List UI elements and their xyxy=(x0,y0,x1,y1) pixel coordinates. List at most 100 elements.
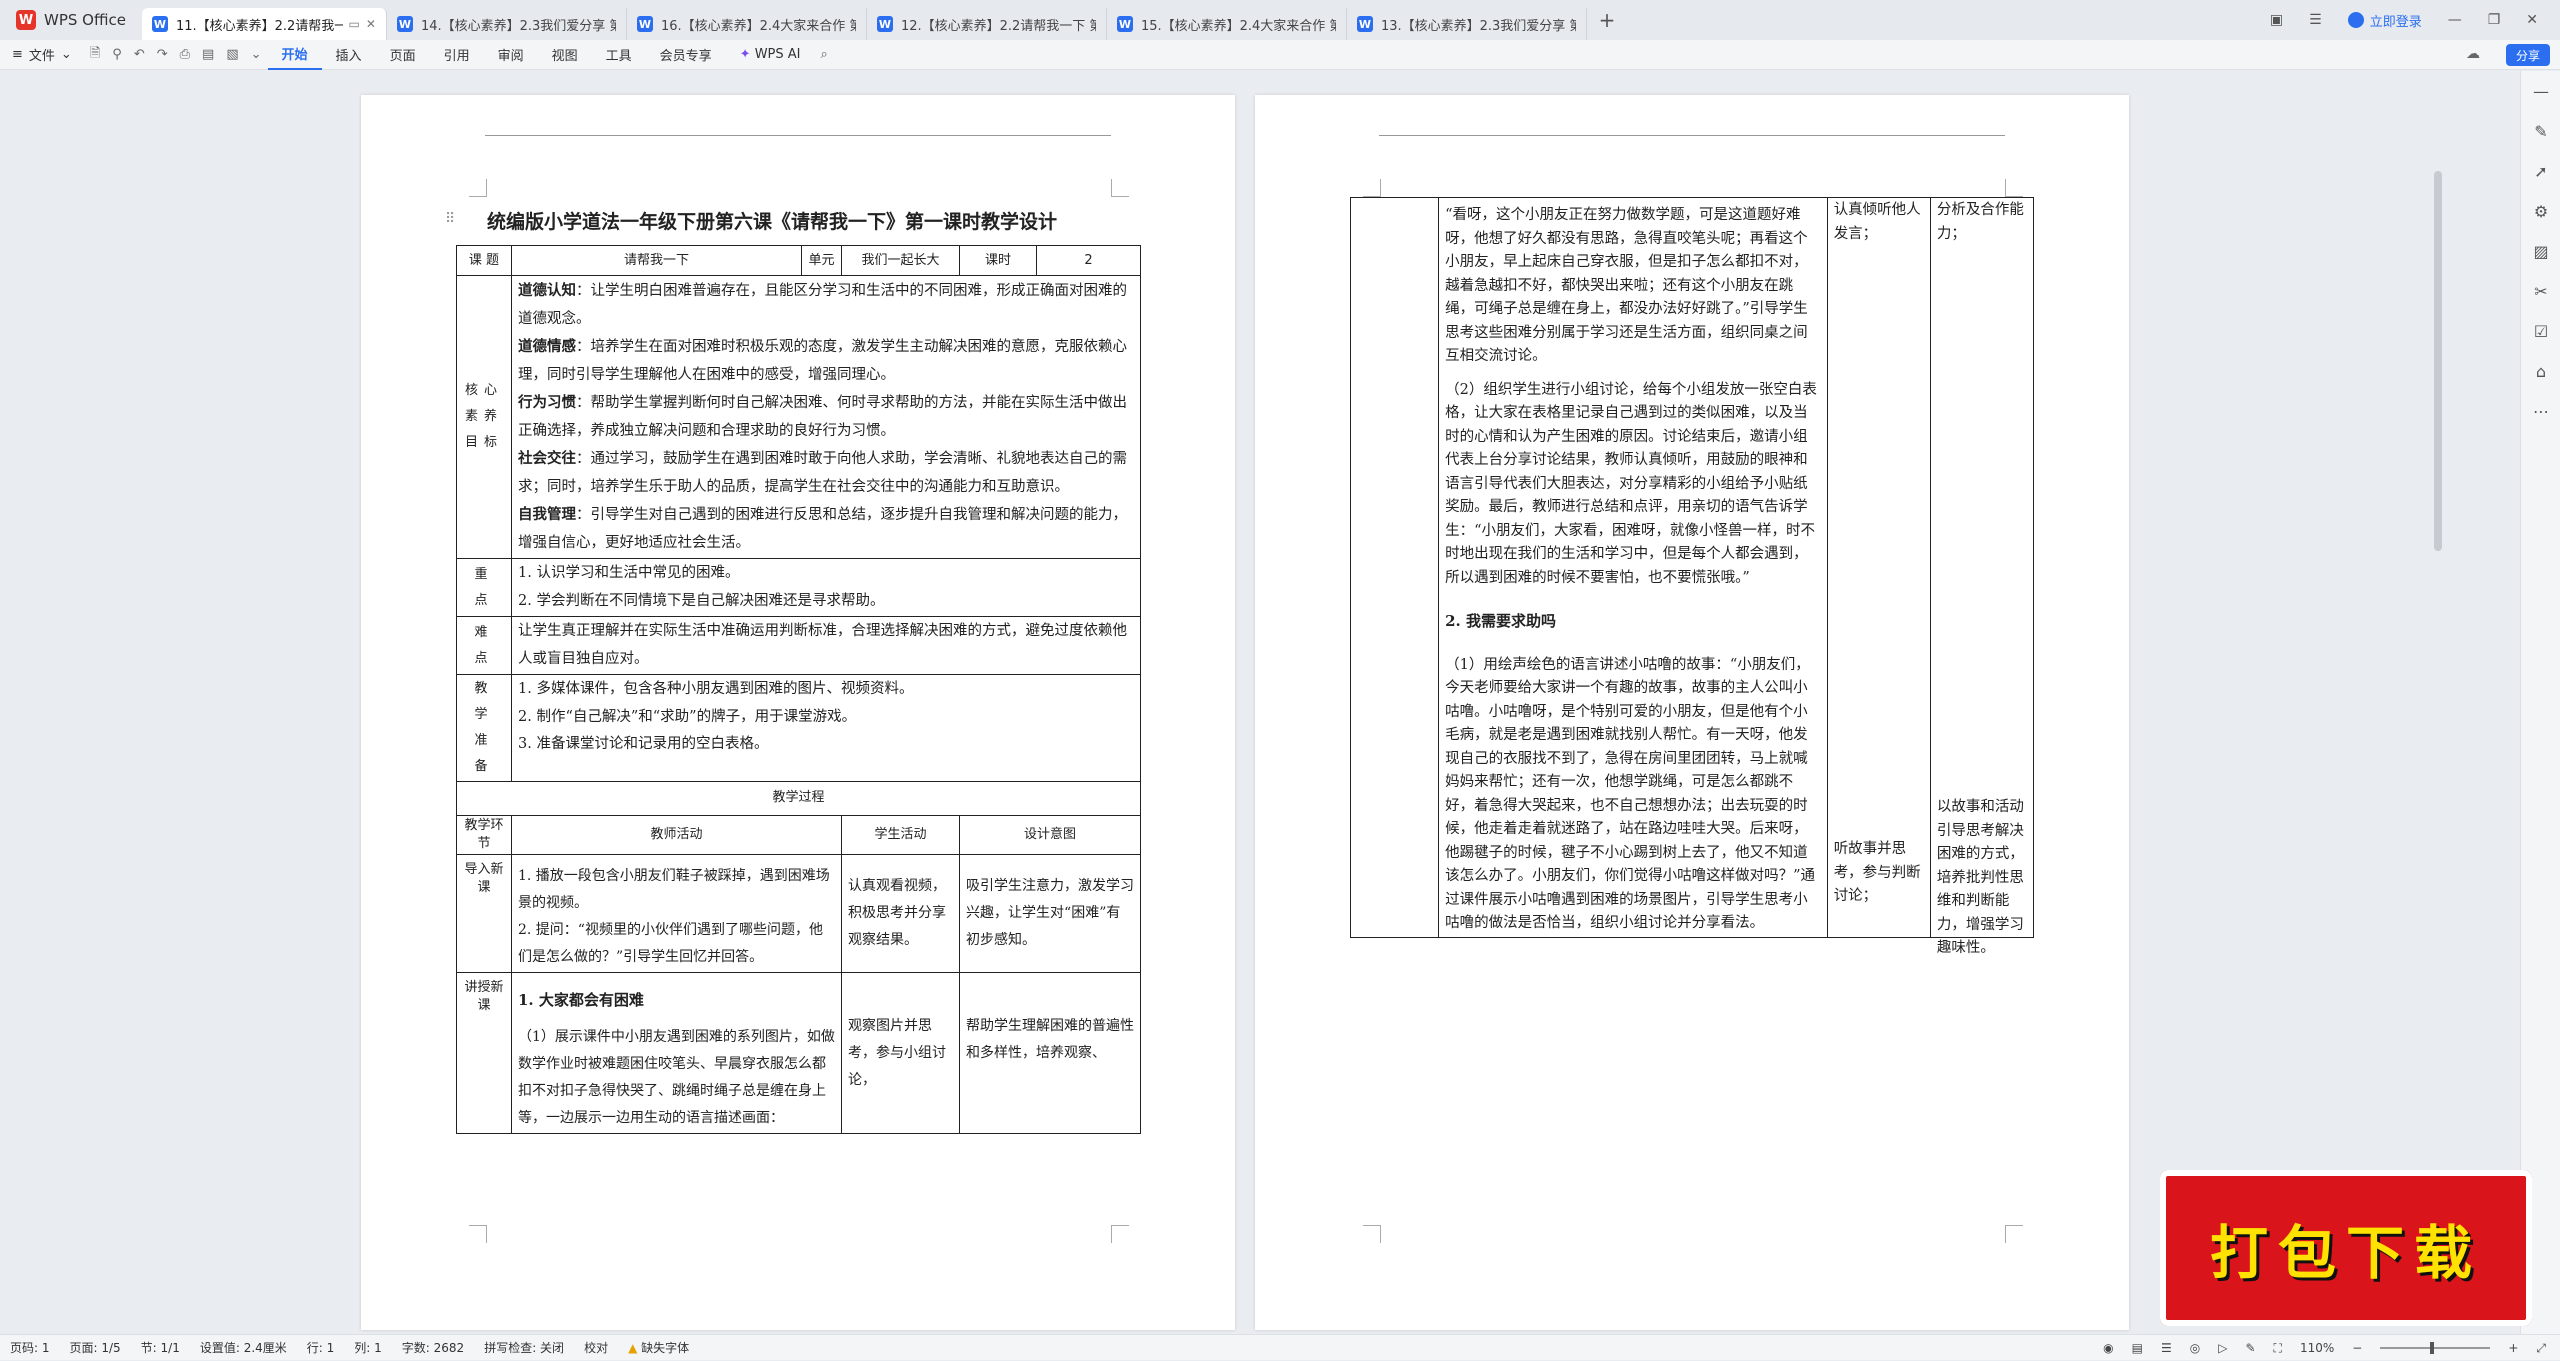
bookmark-icon[interactable]: ⌂ xyxy=(2521,351,2560,391)
restore-icon[interactable]: ❐ xyxy=(2488,12,2501,28)
cloud-sync-icon[interactable]: ☁ xyxy=(2466,46,2480,62)
status-missing-font[interactable]: ▲ 缺失字体 xyxy=(618,1339,699,1356)
download-banner-text: 打包下载 xyxy=(2210,1206,2482,1290)
word-doc-icon: W xyxy=(877,16,893,32)
status-col[interactable]: 列: 1 xyxy=(344,1339,392,1356)
menu-references[interactable]: 引用 xyxy=(430,40,484,70)
play-icon[interactable]: ▷ xyxy=(2218,1341,2227,1355)
find-icon[interactable]: ⚲ xyxy=(106,40,128,70)
share-button[interactable]: 分享 xyxy=(2506,44,2550,66)
select-cursor-icon[interactable]: ➚ xyxy=(2521,151,2560,191)
page-view-icon[interactable]: ▤ xyxy=(2132,1341,2143,1355)
image-icon[interactable]: ▧ xyxy=(220,40,244,70)
fullscreen-icon[interactable]: ⤢ xyxy=(2536,1341,2546,1356)
outline-view-icon[interactable]: ☰ xyxy=(2161,1341,2172,1355)
adjust-icon[interactable]: ⚙ xyxy=(2521,191,2560,231)
menu-view[interactable]: 视图 xyxy=(538,40,592,70)
print-icon[interactable]: ⎙ xyxy=(174,40,196,70)
menu-page[interactable]: 页面 xyxy=(376,40,430,70)
status-page[interactable]: 页码: 1 xyxy=(0,1339,60,1356)
drag-handle-icon[interactable]: ⠿ xyxy=(445,211,455,227)
intent-cell[interactable]: 帮助学生理解困难的普遍性和多样性，培养观察、 xyxy=(960,973,1141,1134)
undo-icon[interactable]: ↶ xyxy=(128,40,151,70)
tab-monitor-icon[interactable]: ▭ xyxy=(349,17,360,31)
document-page-1[interactable]: ⠿ 统编版小学道法一年级下册第六课《请帮我一下》第一课时教学设计 课 题 请帮我… xyxy=(361,95,1235,1330)
eye-protection-icon[interactable]: ◉ xyxy=(2103,1341,2113,1355)
image-tool-icon[interactable]: ▨ xyxy=(2521,231,2560,271)
more-icon[interactable]: ⋯ xyxy=(2521,391,2560,431)
student-cell[interactable]: 认真观看视频，积极思考并分享观察结果。 xyxy=(842,855,960,973)
document-workspace[interactable]: ⠿ 统编版小学道法一年级下册第六课《请帮我一下》第一课时教学设计 课 题 请帮我… xyxy=(0,71,2484,1335)
status-pages[interactable]: 页面: 1/5 xyxy=(60,1339,131,1356)
menu-icon[interactable]: ☰ xyxy=(2309,12,2322,28)
status-word-count[interactable]: 字数: 2682 xyxy=(392,1339,474,1356)
key-points-cell[interactable]: 1. 认识学习和生活中常见的困难。 2. 学会判断在不同情境下是自己解决困难还是… xyxy=(512,559,1141,617)
close-window-icon[interactable]: ✕ xyxy=(2526,12,2538,28)
export-pdf-icon[interactable]: ▤ xyxy=(196,40,220,70)
menu-home[interactable]: 开始 xyxy=(268,40,322,70)
unit-value[interactable]: 我们一起长大 xyxy=(842,246,960,276)
col-intent-header: 设计意图 xyxy=(960,816,1141,855)
menu-membership[interactable]: 会员专享 xyxy=(646,40,726,70)
period-value[interactable]: 2 xyxy=(1037,246,1141,276)
status-row[interactable]: 行: 1 xyxy=(297,1339,345,1356)
edit-pen-icon[interactable]: ✎ xyxy=(2521,111,2560,151)
zoom-slider-handle[interactable] xyxy=(2430,1342,2434,1354)
menu-review[interactable]: 审阅 xyxy=(484,40,538,70)
document-tab[interactable]: W 16.【核心素养】2.4大家来合作 第2课 xyxy=(627,8,867,40)
intent-cell[interactable]: 分析及合作能力； 以故事和活动引导思考解决困难的方式，培养批判性思维和判断能力，… xyxy=(1930,198,2033,938)
status-proofread[interactable]: 校对 xyxy=(574,1339,618,1356)
lesson-plan-table-continued[interactable]: “看呀，这个小朋友正在努力做数学题，可是这道题好难呀，他想了好久都没有思路，急得… xyxy=(1350,197,2034,938)
review-icon[interactable]: ☑ xyxy=(2521,311,2560,351)
save-icon[interactable]: 🗎 xyxy=(84,40,106,70)
teacher-cell[interactable]: 1. 大家都会有困难 （1）展示课件中小朋友遇到困难的系列图片，如做数学作业时被… xyxy=(512,973,842,1134)
document-tab[interactable]: W 13.【核心素养】2.3我们爱分享 第1课 xyxy=(1347,8,1587,40)
status-spell-check[interactable]: 拼写检查: 关闭 xyxy=(474,1339,574,1356)
download-banner[interactable]: 打包下载 xyxy=(2160,1170,2532,1326)
goals-cell[interactable]: 道德认知：让学生明白困难普遍存在，且能区分学习和生活中的不同困难，形成正确面对困… xyxy=(512,276,1141,559)
vertical-scrollbar[interactable] xyxy=(2434,171,2442,551)
web-view-icon[interactable]: ◎ xyxy=(2190,1341,2200,1355)
student-text: 认真倾听他人发言； xyxy=(1834,199,1924,246)
student-cell[interactable]: 认真倾听他人发言； 听故事并思考，参与判断讨论； xyxy=(1827,198,1930,938)
difficulty-cell[interactable]: 让学生真正理解并在实际生活中准确运用判断标准，合理选择解决困难的方式，避免过度依… xyxy=(512,617,1141,675)
wps-ai-button[interactable]: ✦ WPS AI xyxy=(726,40,815,70)
intent-cell[interactable]: 吸引学生注意力，激发学习兴趣，让学生对“困难”有初步感知。 xyxy=(960,855,1141,973)
teacher-cell[interactable]: “看呀，这个小朋友正在努力做数学题，可是这道题好难呀，他想了好久都没有思路，急得… xyxy=(1439,198,1828,938)
teacher-cell[interactable]: 1. 播放一段包含小朋友们鞋子被踩掉，遇到困难场景的视频。 2. 提问：“视频里… xyxy=(512,855,842,973)
zoom-in-icon[interactable]: + xyxy=(2508,1341,2518,1355)
menu-tools[interactable]: 工具 xyxy=(592,40,646,70)
tools-icon[interactable]: ✂ xyxy=(2521,271,2560,311)
file-menu-button[interactable]: ≡文件⌄ xyxy=(0,40,84,70)
pen-icon[interactable]: ✎ xyxy=(2245,1341,2255,1355)
login-button[interactable]: 立即登录 xyxy=(2348,11,2422,30)
minimize-icon[interactable]: — xyxy=(2448,12,2462,28)
zoom-slider[interactable] xyxy=(2380,1347,2490,1349)
search-icon[interactable]: ⌕ xyxy=(815,40,834,70)
new-tab-plus-icon[interactable]: + xyxy=(1587,8,1627,32)
fit-page-icon[interactable]: ⛶ xyxy=(2274,1341,2282,1356)
header-line xyxy=(1379,135,2005,136)
goal-text: ：通过学习，鼓励学生在遇到困难时敢于向他人求助，学会清晰、礼貌地表达自己的需求；… xyxy=(518,451,1127,495)
redo-icon[interactable]: ↷ xyxy=(151,40,174,70)
topic-value[interactable]: 请帮我一下 xyxy=(512,246,802,276)
status-setting[interactable]: 设置值: 2.4厘米 xyxy=(190,1339,297,1356)
document-tab[interactable]: W 15.【核心素养】2.4大家来合作 第1课 xyxy=(1107,8,1347,40)
document-tab[interactable]: W 14.【核心素养】2.3我们爱分享 第2课 xyxy=(387,8,627,40)
document-page-2[interactable]: “看呀，这个小朋友正在努力做数学题，可是这道题好难呀，他想了好久都没有思路，急得… xyxy=(1255,95,2129,1330)
menu-insert[interactable]: 插入 xyxy=(322,40,376,70)
lesson-plan-table[interactable]: 课 题 请帮我一下 单元 我们一起长大 课时 2 核心素养目标 道德认知：让学生… xyxy=(456,245,1141,1134)
wps-office-home-tab[interactable]: W WPS Office xyxy=(0,0,142,40)
document-tab[interactable]: W 12.【核心素养】2.2请帮我一下 第2课 xyxy=(867,8,1107,40)
student-cell[interactable]: 观察图片并思考，参与小组讨论， xyxy=(842,973,960,1134)
window-layout-icon[interactable]: ▣ xyxy=(2270,12,2283,28)
zoom-level[interactable]: 110% xyxy=(2300,1341,2334,1355)
document-tab-active[interactable]: W 11.【核心素养】2.2请帮我一 ▭ ✕ xyxy=(142,8,387,40)
collapse-icon[interactable]: — xyxy=(2521,71,2560,111)
preparation-cell[interactable]: 1. 多媒体课件，包含各种小朋友遇到困难的图片、视频资料。 2. 制作“自己解决… xyxy=(512,675,1141,782)
zoom-out-icon[interactable]: − xyxy=(2352,1341,2362,1355)
close-tab-icon[interactable]: ✕ xyxy=(366,17,376,31)
status-section[interactable]: 节: 1/1 xyxy=(131,1339,190,1356)
document-title[interactable]: 统编版小学道法一年级下册第六课《请帮我一下》第一课时教学设计 xyxy=(487,207,1167,234)
more-chevron-icon[interactable]: ⌄ xyxy=(245,40,268,70)
